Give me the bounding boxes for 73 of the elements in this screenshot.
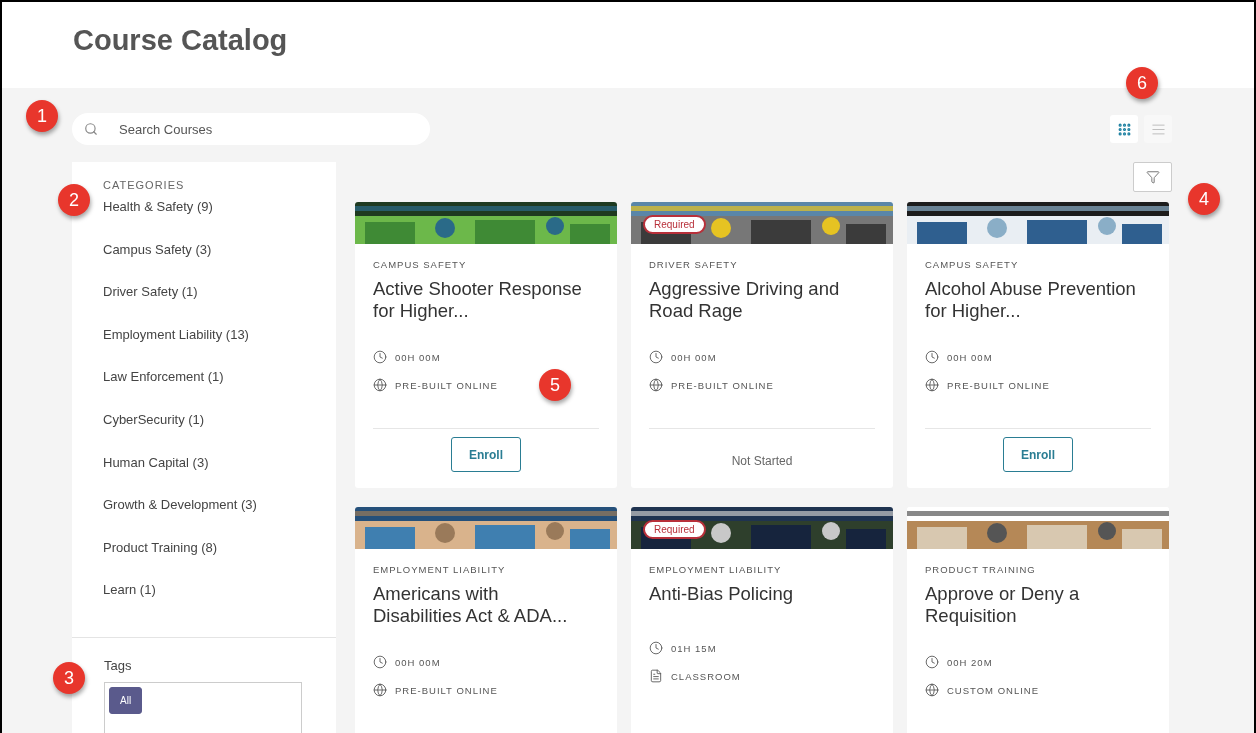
callout-marker: 6 <box>1126 67 1158 99</box>
tags-field[interactable]: All <box>104 682 302 733</box>
search-icon <box>84 122 98 136</box>
course-card[interactable]: Required DRIVER SAFETY Aggressive Driving and Road Rage 00H 00M PRE-BUILT ONLINE Not Started <box>631 202 893 488</box>
course-category: CAMPUS SAFETY <box>925 259 1020 270</box>
course-title: Active Shooter Response for Higher... <box>373 278 583 323</box>
filter-icon <box>1145 170 1160 184</box>
callout-marker: 1 <box>26 100 58 132</box>
course-category: EMPLOYMENT LIABILITY <box>649 564 783 575</box>
category-link[interactable]: Employment Liability (13) <box>103 326 336 370</box>
delivery-type: CUSTOM ONLINE <box>947 684 1039 696</box>
globe-icon <box>649 378 663 392</box>
tags-heading: Tags <box>104 658 133 673</box>
tag-chip[interactable]: All <box>109 687 143 714</box>
course-title: Alcohol Abuse Prevention for Higher... <box>925 278 1137 323</box>
course-title: Americans with Disabilities Act & ADA... <box>373 583 569 628</box>
course-category: CAMPUS SAFETY <box>373 259 468 270</box>
enroll-button[interactable]: Enroll <box>451 437 521 472</box>
required-badge: Required <box>643 520 706 539</box>
list-view-button[interactable] <box>1144 115 1172 143</box>
globe-icon <box>925 683 939 697</box>
callout-marker: 2 <box>58 184 90 216</box>
category-link[interactable]: Product Training (8) <box>103 539 336 583</box>
course-card[interactable]: CAMPUS SAFETY Alcohol Abuse Prevention for Higher... 00H 00M PRE-BUILT ONLINE Enroll <box>907 202 1169 488</box>
globe-icon <box>373 378 387 392</box>
course-duration: 00H 20M <box>947 656 993 668</box>
grid-view-button[interactable] <box>1110 115 1138 143</box>
clock-icon <box>373 655 387 669</box>
callout-marker: 4 <box>1188 183 1220 215</box>
clock-icon <box>649 350 663 364</box>
course-title: Approve or Deny a Requisition <box>925 583 1081 628</box>
search-field[interactable]: Search Courses <box>72 113 430 145</box>
clock-icon <box>925 350 939 364</box>
globe-icon <box>925 378 939 392</box>
course-status: Not Started <box>731 454 793 468</box>
grid-icon <box>1116 121 1132 137</box>
clock-icon <box>373 350 387 364</box>
category-link[interactable]: Law Enforcement (1) <box>103 369 336 412</box>
clock-icon <box>649 641 663 655</box>
delivery-type: CLASSROOM <box>671 670 741 682</box>
course-category: DRIVER SAFETY <box>649 259 739 270</box>
delivery-type: PRE-BUILT ONLINE <box>947 379 1050 391</box>
delivery-type: PRE-BUILT ONLINE <box>671 379 774 391</box>
filter-button[interactable] <box>1133 162 1172 192</box>
category-link[interactable]: Learn (1) <box>103 582 336 625</box>
course-duration: 00H 00M <box>947 351 993 363</box>
course-card[interactable]: EMPLOYMENT LIABILITY Americans with Disabilities Act & ADA... 00H 00M PRE-BUILT ONLINE <box>355 507 617 733</box>
notepad-icon <box>649 669 663 683</box>
enroll-button[interactable]: Enroll <box>1003 437 1073 472</box>
page-title: Course Catalog <box>73 23 288 57</box>
course-category: PRODUCT TRAINING <box>925 564 1037 575</box>
clock-icon <box>925 655 939 669</box>
categories-heading: CATEGORIES <box>103 179 186 191</box>
course-duration: 00H 00M <box>395 351 441 363</box>
category-link[interactable]: Health & Safety (9) <box>103 199 336 242</box>
course-card[interactable]: Required EMPLOYMENT LIABILITY Anti-Bias Policing 01H 15M CLASSROOM <box>631 507 893 733</box>
delivery-type: PRE-BUILT ONLINE <box>395 379 498 391</box>
category-link[interactable]: CyberSecurity (1) <box>103 411 336 455</box>
course-duration: 00H 00M <box>671 351 717 363</box>
course-title: Aggressive Driving and Road Rage <box>649 278 841 323</box>
category-link[interactable]: Growth & Development (3) <box>103 497 336 540</box>
course-title: Anti-Bias Policing <box>649 583 794 606</box>
course-duration: 01H 15M <box>671 642 717 654</box>
delivery-type: PRE-BUILT ONLINE <box>395 684 498 696</box>
callout-marker: 3 <box>53 662 85 694</box>
required-badge: Required <box>643 215 706 234</box>
list-icon <box>1150 121 1166 137</box>
globe-icon <box>373 683 387 697</box>
course-category: EMPLOYMENT LIABILITY <box>373 564 507 575</box>
category-link[interactable]: Human Capital (3) <box>103 454 336 498</box>
category-link[interactable]: Driver Safety (1) <box>103 284 336 327</box>
category-link[interactable]: Campus Safety (3) <box>103 241 336 285</box>
course-duration: 00H 00M <box>395 656 441 668</box>
